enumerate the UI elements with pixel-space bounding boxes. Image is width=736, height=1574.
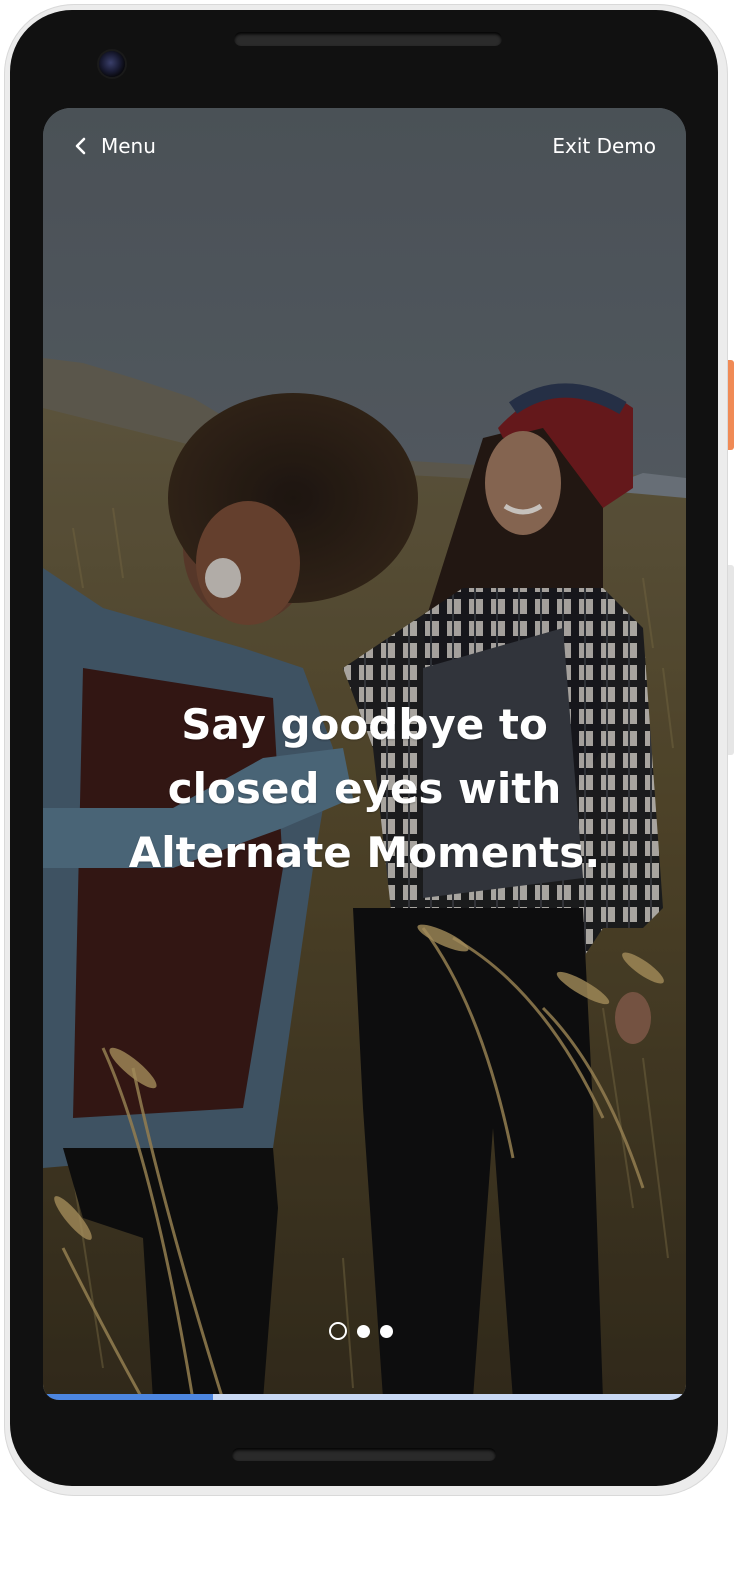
- headline-line-2: closed eyes with: [167, 764, 562, 813]
- page-dot-1-active[interactable]: [329, 1322, 347, 1340]
- front-camera: [99, 51, 125, 77]
- menu-button[interactable]: Menu: [73, 132, 156, 160]
- headline-line-3: Alternate Moments.: [128, 828, 601, 877]
- menu-label: Menu: [101, 134, 156, 158]
- page: Menu Exit Demo Say goodbye to closed eye…: [0, 0, 736, 1574]
- demo-screen: Menu Exit Demo Say goodbye to closed eye…: [43, 108, 686, 1400]
- page-dot-2[interactable]: [357, 1324, 370, 1338]
- volume-button: [728, 565, 734, 755]
- headline: Say goodbye to closed eyes with Alternat…: [83, 693, 646, 885]
- progress-bar-fill: [43, 1394, 214, 1400]
- chevron-left-icon: [75, 137, 86, 155]
- exit-demo-button[interactable]: Exit Demo: [552, 132, 656, 160]
- top-speaker: [234, 32, 502, 46]
- page-dot-3[interactable]: [380, 1324, 393, 1338]
- bottom-speaker: [232, 1448, 496, 1461]
- page-indicator: [329, 1322, 393, 1340]
- progress-bar: [43, 1394, 686, 1400]
- headline-line-1: Say goodbye to: [181, 700, 548, 749]
- exit-demo-label: Exit Demo: [552, 134, 656, 158]
- power-button: [728, 360, 734, 450]
